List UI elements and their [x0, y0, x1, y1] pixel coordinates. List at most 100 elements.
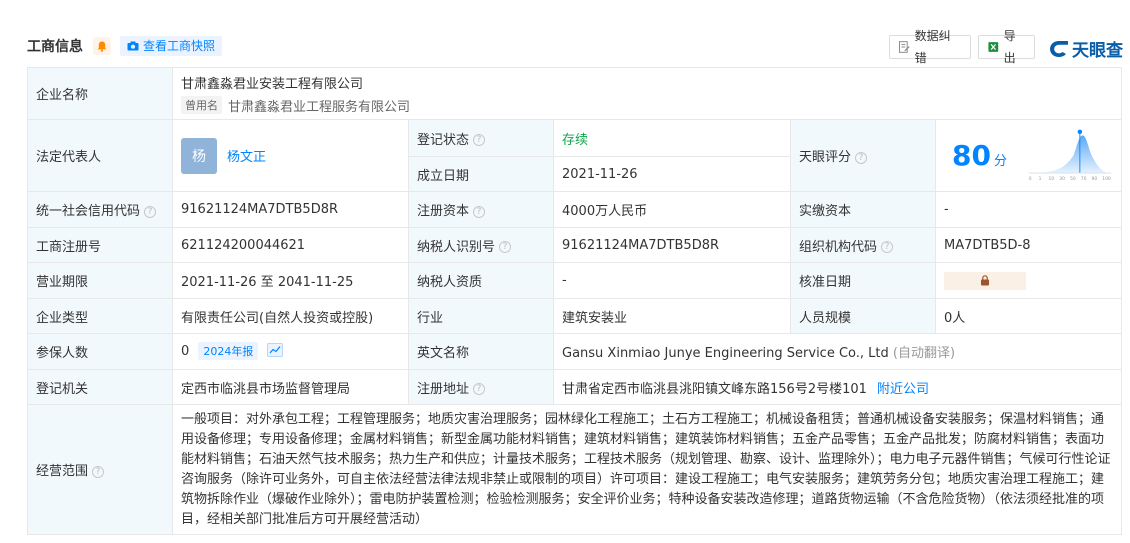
score-label: 天眼评分	[799, 150, 852, 165]
type-label: 企业类型	[27, 298, 173, 334]
approved-date-label: 核准日期	[790, 262, 936, 299]
brand-name: 天眼查	[1072, 41, 1123, 61]
credit-code: 91621124MA7DTB5D8R	[172, 191, 409, 228]
reg-status-label-cell: 登记状态?	[408, 119, 554, 157]
paid-capital-label: 实缴资本	[790, 191, 936, 228]
score-marker-dot	[1077, 129, 1083, 134]
row-authority: 登记机关 定西市临洮县市场监督管理局 注册地址? 甘肃省定西市临洮县洮阳镇文峰东…	[27, 369, 1122, 405]
help-icon[interactable]: ?	[499, 241, 512, 253]
english-name-cell: Gansu Xinmiao Junye Engineering Service …	[553, 333, 1122, 370]
company-name: 甘肃鑫淼君业安装工程有限公司	[181, 76, 364, 92]
help-icon[interactable]: ?	[144, 205, 157, 218]
term: 2021-11-26 至 2041-11-25	[172, 262, 409, 299]
paid-capital: -	[935, 191, 1122, 228]
help-icon[interactable]: ?	[473, 205, 486, 218]
bell-icon[interactable]	[93, 37, 111, 55]
help-icon[interactable]: ?	[855, 151, 868, 164]
english-name: Gansu Xinmiao Junye Engineering Service …	[562, 346, 889, 361]
auto-translate-note: (自动翻译)	[892, 346, 956, 361]
camera-icon	[127, 41, 139, 51]
row-credit-code: 统一社会信用代码? 91621124MA7DTB5D8R 注册资本? 4000万…	[27, 191, 1122, 228]
export-button[interactable]: 导出	[978, 29, 1035, 65]
lock-icon	[981, 274, 989, 285]
score-cell[interactable]: 80 分 0 1 10 30 50 70 90 100	[935, 119, 1122, 192]
score-unit: 分	[993, 154, 1007, 169]
row-legal-rep: 法定代表人 杨 杨文正 登记状态? 存续 天眼评分? 80 分 0 1 10 3…	[27, 119, 1122, 192]
org-code-label-cell: 组织机构代码?	[790, 227, 936, 263]
tick-90: 90	[1091, 176, 1097, 182]
taxpayer-qual-label: 纳税人资质	[408, 262, 554, 299]
avatar[interactable]: 杨	[181, 137, 217, 174]
business-info-table: 企业名称 甘肃鑫淼君业安装工程有限公司 曾用名 甘肃鑫淼君业工程服务有限公司 法…	[27, 67, 1122, 535]
help-icon[interactable]: ?	[92, 465, 105, 478]
former-name-row: 曾用名 甘肃鑫淼君业工程服务有限公司	[181, 96, 1113, 115]
reg-no-label: 工商注册号	[27, 227, 173, 263]
former-name-tag: 曾用名	[181, 96, 222, 114]
tick-70: 70	[1081, 176, 1087, 182]
tick-30: 30	[1059, 176, 1065, 182]
locked-value[interactable]	[944, 271, 1026, 290]
address: 甘肃省定西市临洮县洮阳镇文峰东路156号2号楼101	[562, 381, 867, 397]
address-label-cell: 注册地址?	[408, 369, 554, 405]
view-snapshot-label: 查看工商快照	[143, 39, 216, 53]
org-code-label: 组织机构代码	[799, 239, 878, 255]
tianyancha-logo-icon	[1050, 40, 1068, 57]
org-code: MA7DTB5D-8	[935, 227, 1122, 263]
industry-label: 行业	[408, 298, 554, 334]
section-title: 工商信息	[27, 39, 83, 55]
tick-1: 1	[1039, 176, 1042, 182]
tick-10: 10	[1048, 176, 1054, 182]
approved-date-cell	[935, 262, 1122, 299]
tick-50: 50	[1070, 176, 1076, 182]
row-term: 营业期限 2021-11-26 至 2041-11-25 纳税人资质 - 核准日…	[27, 262, 1122, 299]
row-company-name: 企业名称 甘肃鑫淼君业安装工程有限公司 曾用名 甘肃鑫淼君业工程服务有限公司	[27, 67, 1122, 120]
data-correction-button[interactable]: 数据纠错	[889, 29, 971, 65]
help-icon[interactable]: ?	[881, 241, 894, 253]
business-scope: 一般项目：对外承包工程；工程管理服务；地质灾害治理服务；园林绿化工程施工；土石方…	[172, 404, 1122, 535]
tianyancha-logo: 天眼查	[1049, 36, 1123, 61]
legal-rep-link[interactable]: 杨文正	[227, 146, 266, 165]
address-cell: 甘肃省定西市临洮县洮阳镇文峰东路156号2号楼101 附近公司	[553, 369, 1122, 405]
taxpayer-id-label: 纳税人识别号	[417, 239, 496, 255]
founded-label: 成立日期	[408, 156, 554, 192]
help-icon[interactable]: ?	[473, 134, 486, 146]
legal-rep-label: 法定代表人	[27, 119, 173, 192]
trend-chart-icon[interactable]	[266, 342, 283, 361]
annual-report-tag[interactable]: 2024年报	[198, 342, 259, 361]
row-type: 企业类型 有限责任公司(自然人投资或控股) 行业 建筑安装业 人员规模 0人	[27, 298, 1122, 334]
insured-count: 0	[181, 344, 190, 360]
credit-code-label: 统一社会信用代码	[36, 204, 141, 219]
export-label: 导出	[1003, 29, 1016, 65]
industry: 建筑安装业	[553, 298, 791, 334]
term-label: 营业期限	[27, 262, 173, 299]
company-name-label: 企业名称	[27, 67, 173, 120]
score-distribution-chart: 0 1 10 30 50 70 90 100	[1028, 129, 1112, 182]
founded-date: 2021-11-26	[553, 156, 791, 192]
reg-no: 621124200044621	[172, 227, 409, 263]
reg-capital-label: 注册资本	[417, 204, 470, 219]
score-label-cell: 天眼评分?	[790, 119, 936, 192]
reg-capital-label-cell: 注册资本?	[408, 191, 554, 228]
reg-status-label: 登记状态	[417, 132, 470, 148]
credit-code-label-cell: 统一社会信用代码?	[27, 191, 173, 228]
view-snapshot-button[interactable]: 查看工商快照	[120, 36, 223, 56]
tick-0: 0	[1029, 176, 1032, 182]
reg-status: 存续	[562, 132, 589, 148]
staff-size: 0人	[935, 298, 1122, 334]
company-type: 有限责任公司(自然人投资或控股)	[172, 298, 409, 334]
taxpayer-qual: -	[553, 262, 791, 299]
reg-status-cell: 存续	[553, 119, 791, 157]
row-reg-no: 工商注册号 621124200044621 纳税人识别号? 91621124MA…	[27, 227, 1122, 263]
former-name: 甘肃鑫淼君业工程服务有限公司	[228, 99, 411, 115]
scope-label: 经营范围	[36, 464, 89, 479]
nearby-companies-link[interactable]: 附近公司	[877, 382, 929, 397]
score-curve	[1028, 134, 1112, 173]
edit-icon	[899, 41, 910, 53]
taxpayer-id-label-cell: 纳税人识别号?	[408, 227, 554, 263]
help-icon[interactable]: ?	[473, 383, 486, 395]
reg-capital: 4000万人民币	[553, 191, 791, 228]
data-correction-label: 数据纠错	[914, 29, 951, 65]
insured-label: 参保人数	[27, 333, 173, 370]
authority-label: 登记机关	[27, 369, 173, 405]
legal-rep-cell: 杨 杨文正	[172, 119, 409, 192]
